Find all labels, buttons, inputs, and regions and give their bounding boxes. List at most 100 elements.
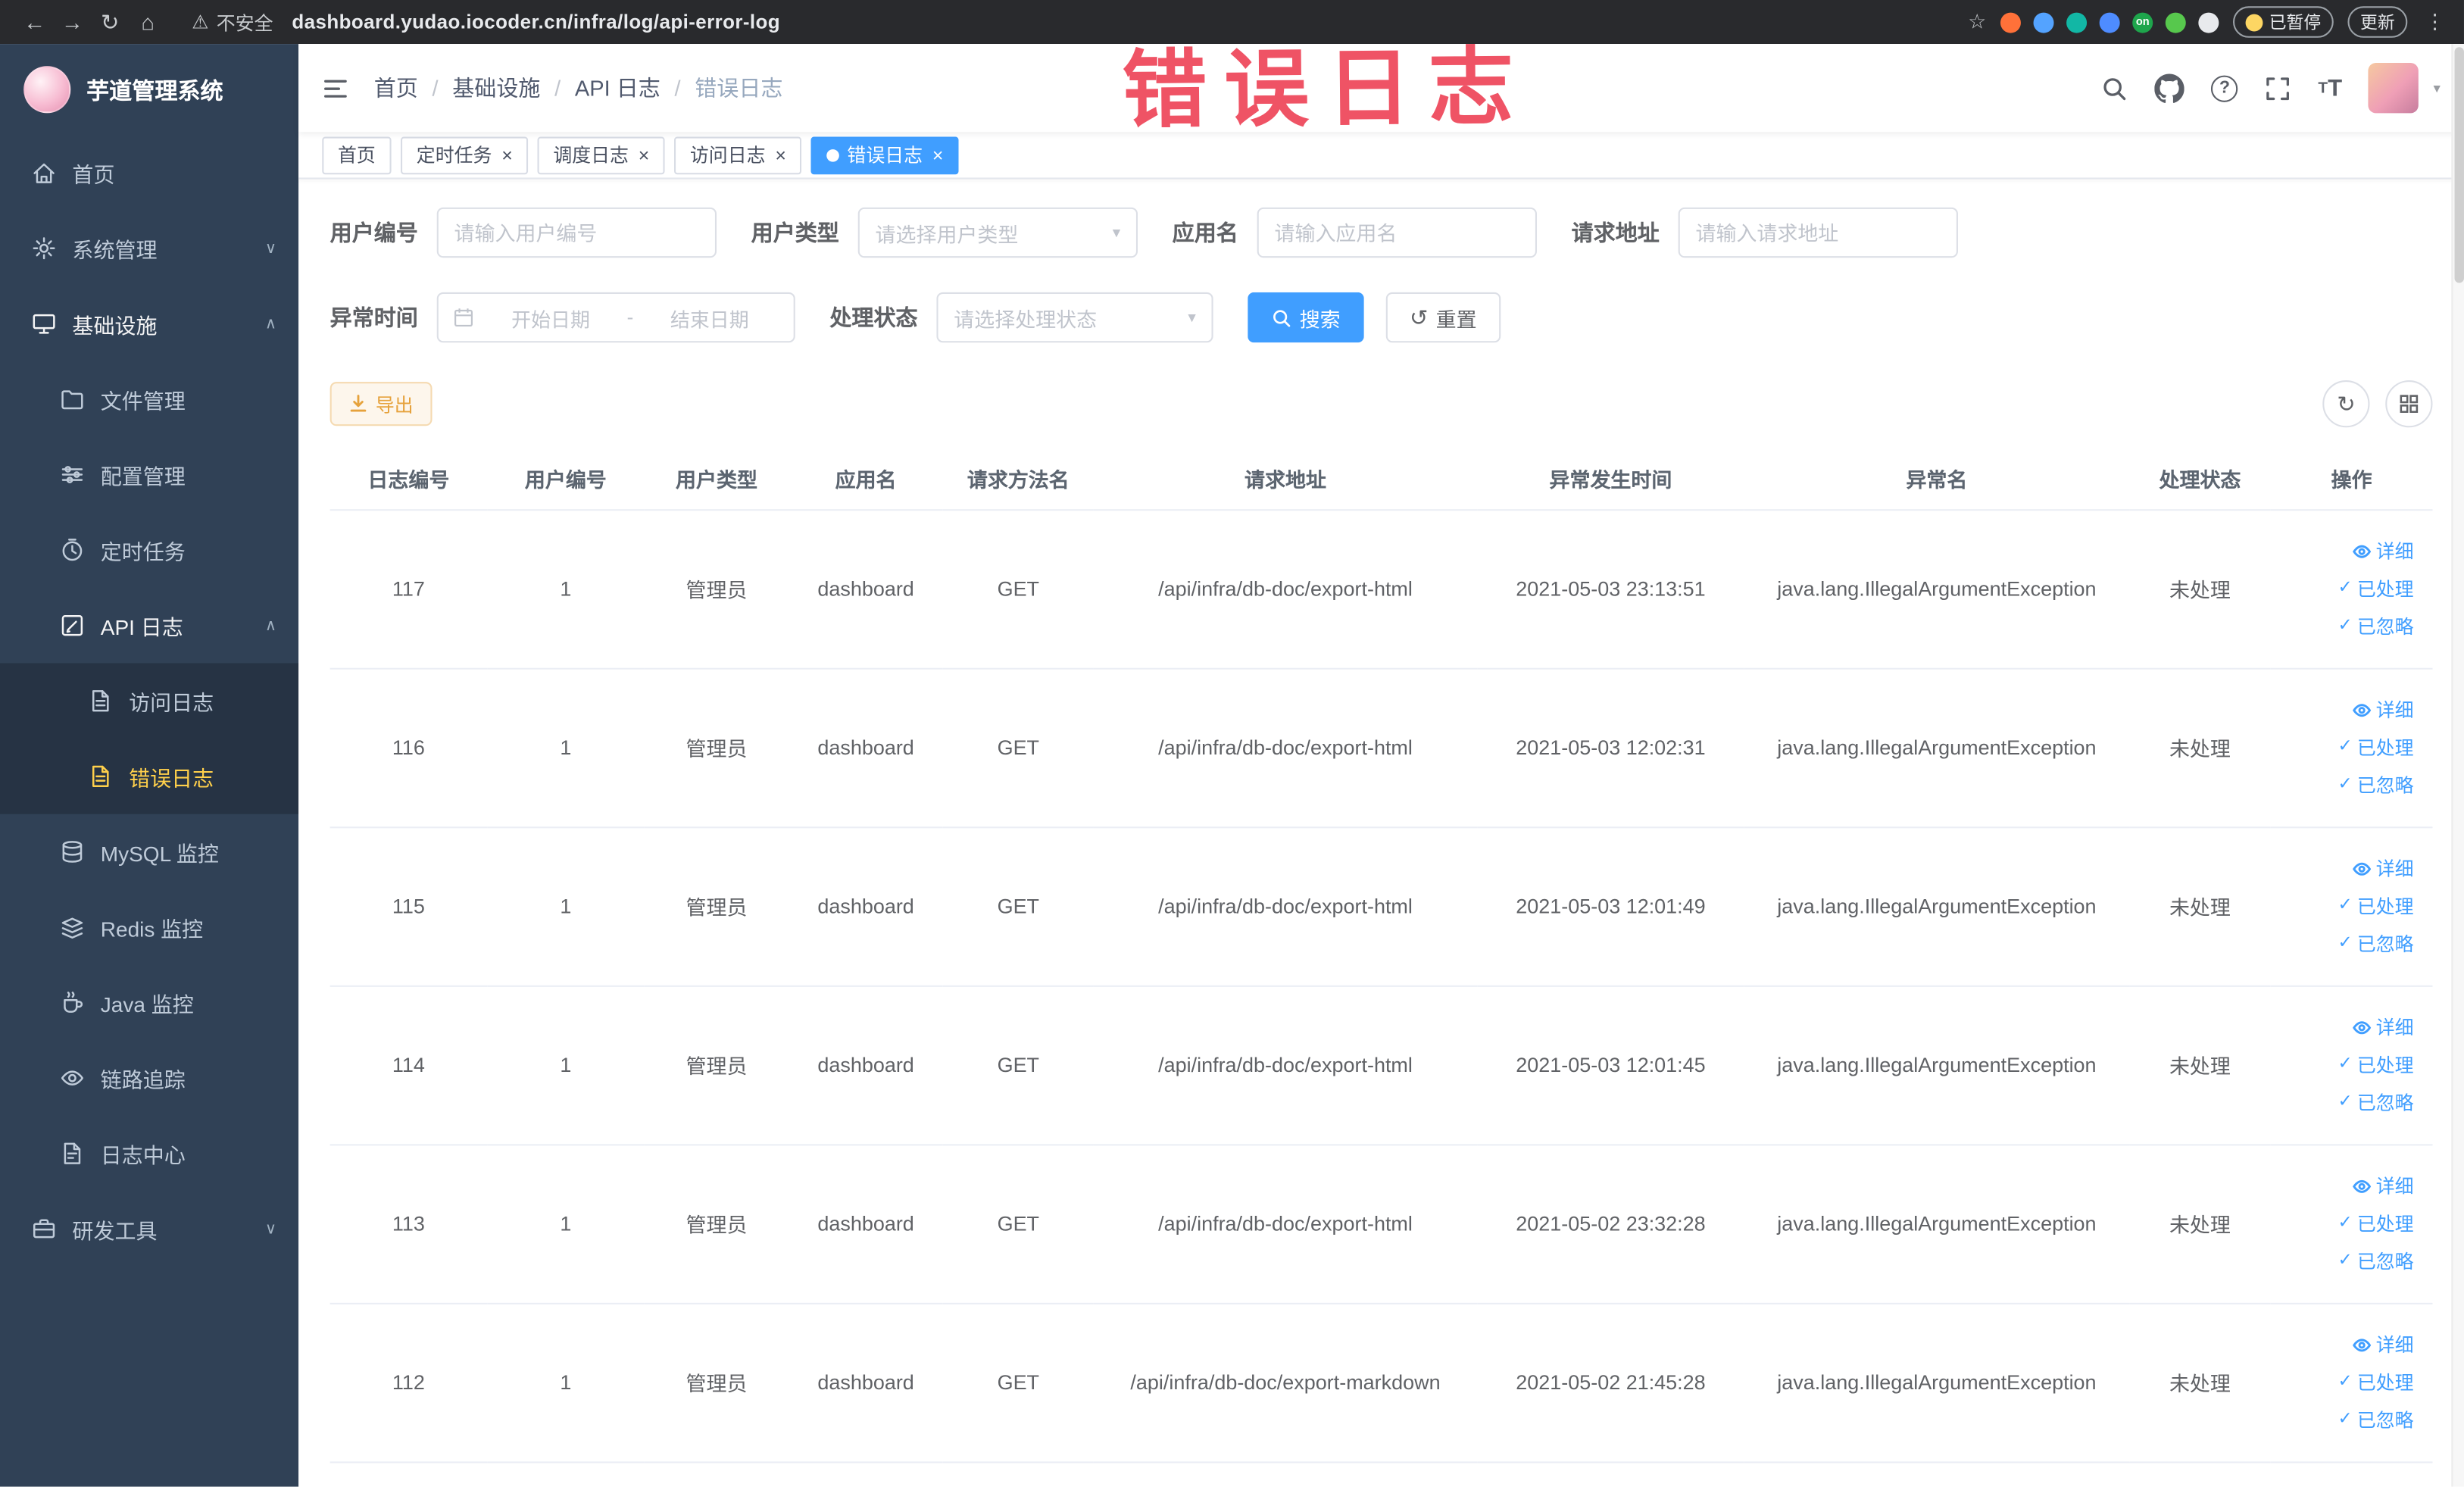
warning-icon: ⚠ <box>192 11 209 33</box>
ext-on-badge-icon[interactable]: on <box>2132 11 2153 33</box>
tab-tag[interactable]: 访问日志 × <box>674 136 802 174</box>
font-size-icon[interactable]: TT <box>2318 75 2342 102</box>
menu-label: Redis 监控 <box>100 917 204 942</box>
close-icon[interactable]: × <box>501 145 513 164</box>
processed-link[interactable]: ✓ 已处理 <box>2338 575 2414 601</box>
sidebar-item[interactable]: MySQL 监控 <box>0 814 298 890</box>
ignore-link[interactable]: ✓ 已忽略 <box>2338 613 2414 639</box>
sidebar-item[interactable]: 配置管理 <box>0 437 298 513</box>
back-icon[interactable]: ← <box>16 9 54 34</box>
ignore-link[interactable]: ✓ 已忽略 <box>2338 930 2414 957</box>
calendar-icon <box>454 308 473 327</box>
ext-teal-icon[interactable] <box>2066 11 2088 33</box>
user-type-select[interactable]: 请选择用户类型 ▾ <box>857 207 1138 258</box>
detail-link[interactable]: 详细 <box>2353 538 2414 564</box>
tab-tag[interactable]: 首页 × <box>322 136 392 174</box>
check-icon: ✓ <box>2338 895 2353 915</box>
sidebar-item[interactable]: 日志中心 <box>0 1116 298 1192</box>
reset-button[interactable]: ↺ 重置 <box>1385 292 1501 343</box>
chevron-icon: ∨ <box>264 1220 277 1238</box>
filter-label-user-type: 用户类型 <box>751 220 839 245</box>
menu-icon <box>60 536 86 563</box>
app-logo[interactable]: 芋道管理系统 <box>0 44 298 135</box>
cell-exception-name: java.lang.IllegalArgumentException <box>1744 667 2130 828</box>
browser-menu-icon[interactable]: ⋮ <box>2422 9 2448 34</box>
sidebar-item[interactable]: 链路追踪 <box>0 1040 298 1116</box>
github-icon[interactable] <box>2154 73 2185 102</box>
tab-tag[interactable]: 调度日志 × <box>537 136 665 174</box>
sidebar-item[interactable]: 访问日志 <box>0 663 299 739</box>
sidebar-item[interactable]: 首页 <box>0 135 298 211</box>
forward-icon[interactable]: → <box>54 9 92 34</box>
processed-link[interactable]: ✓ 已处理 <box>2338 734 2414 761</box>
update-button[interactable]: 更新 <box>2347 6 2408 38</box>
request-url-input[interactable] <box>1678 207 1958 258</box>
paused-badge[interactable]: 已暂停 <box>2233 6 2334 38</box>
sidebar-item[interactable]: 错误日志 <box>0 739 299 814</box>
refresh-table-button[interactable]: ↻ <box>2322 380 2370 428</box>
close-icon[interactable]: × <box>932 145 943 164</box>
close-icon[interactable]: × <box>638 145 649 164</box>
reload-icon[interactable]: ↻ <box>91 8 129 35</box>
bookmark-star-icon[interactable]: ☆ <box>1968 9 1986 34</box>
ext-orange-icon[interactable] <box>2000 11 2021 33</box>
sidebar-item[interactable]: 基础设施 ∧ <box>0 286 298 362</box>
breadcrumb-item[interactable]: 基础设施 / <box>452 72 575 103</box>
processed-link[interactable]: ✓ 已处理 <box>2338 892 2414 919</box>
eye-icon <box>2353 1020 2372 1034</box>
user-caret-icon[interactable]: ▾ <box>2433 80 2440 97</box>
ignore-link[interactable]: ✓ 已忽略 <box>2338 1407 2414 1433</box>
sidebar-item[interactable]: 定时任务 <box>0 512 298 588</box>
processed-link[interactable]: ✓ 已处理 <box>2338 1051 2414 1078</box>
ext-blue-drop-icon[interactable] <box>2033 11 2054 33</box>
help-icon[interactable]: ? <box>2211 74 2238 102</box>
fullscreen-icon[interactable] <box>2265 75 2291 102</box>
search-icon[interactable] <box>2101 75 2128 102</box>
process-status-select[interactable]: 请选择处理状态 ▾ <box>936 292 1213 343</box>
detail-link[interactable]: 详细 <box>2353 1331 2414 1357</box>
detail-link[interactable]: 详细 <box>2353 1173 2414 1199</box>
cell-log-id: 117 <box>329 509 488 669</box>
address-bar[interactable]: dashboard.yudao.iocoder.cn/infra/log/api… <box>292 11 1952 33</box>
exception-time-range-picker[interactable]: 开始日期 - 结束日期 <box>436 292 795 343</box>
ignore-link[interactable]: ✓ 已忽略 <box>2338 1248 2414 1274</box>
ignore-link[interactable]: ✓ 已忽略 <box>2338 1089 2414 1116</box>
user-avatar[interactable] <box>2369 62 2419 114</box>
detail-link[interactable]: 详细 <box>2353 1014 2414 1040</box>
ext-paw-icon[interactable] <box>2198 11 2219 33</box>
cell-app-name: dashboard <box>789 826 943 986</box>
column-header: 异常发生时间 <box>1477 449 1744 511</box>
app-name-input[interactable] <box>1257 207 1537 258</box>
export-button[interactable]: 导出 <box>329 382 433 426</box>
sidebar-item[interactable]: 研发工具 ∨ <box>0 1192 298 1267</box>
hamburger-icon[interactable] <box>322 75 348 102</box>
processed-link[interactable]: ✓ 已处理 <box>2338 1369 2414 1395</box>
scrollbar-thumb[interactable] <box>2454 47 2464 283</box>
breadcrumb-item[interactable]: API 日志 / <box>575 72 695 103</box>
search-button[interactable]: 搜索 <box>1248 292 1364 343</box>
sidebar-item[interactable]: Java 监控 <box>0 965 298 1041</box>
breadcrumb-item[interactable]: 首页 / <box>374 72 453 103</box>
detail-link[interactable]: 详细 <box>2353 696 2414 723</box>
ignore-link[interactable]: ✓ 已忽略 <box>2338 772 2414 798</box>
ext-leaf-icon[interactable] <box>2165 11 2186 33</box>
sidebar-item[interactable]: Redis 监控 <box>0 889 298 965</box>
detail-link[interactable]: 详细 <box>2353 855 2414 882</box>
sidebar-item[interactable]: 文件管理 <box>0 361 298 437</box>
tab-tag[interactable]: 定时任务 × <box>401 136 529 174</box>
tab-tag[interactable]: 错误日志 × <box>810 136 959 174</box>
processed-link[interactable]: ✓ 已处理 <box>2338 1210 2414 1236</box>
cell-app-name: dashboard <box>789 985 943 1145</box>
browser-home-icon[interactable]: ⌂ <box>129 9 167 34</box>
cell-app-name: dashboard <box>789 667 943 828</box>
cell-app-name: dashboard <box>789 509 943 669</box>
download-icon <box>350 395 367 412</box>
breadcrumb-item[interactable]: 错误日志 / <box>695 72 782 103</box>
ext-blue-grid-icon[interactable] <box>2099 11 2120 33</box>
sidebar-item[interactable]: API 日志 ∧ <box>0 588 298 664</box>
column-settings-button[interactable] <box>2385 380 2433 428</box>
sidebar-item[interactable]: 系统管理 ∨ <box>0 211 298 286</box>
user-id-input[interactable] <box>436 207 717 258</box>
site-security[interactable]: ⚠ 不安全 <box>192 8 273 35</box>
close-icon[interactable]: × <box>775 145 786 164</box>
